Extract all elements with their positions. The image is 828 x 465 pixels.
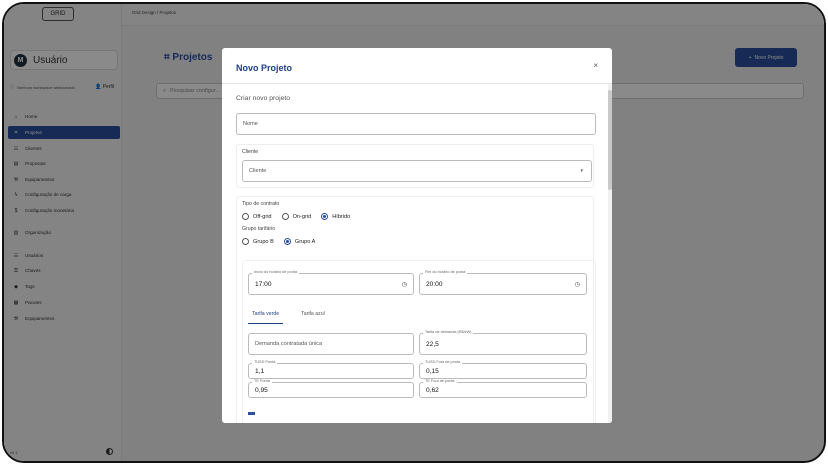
name-placeholder: Nome	[243, 121, 258, 127]
new-project-modal: Novo Projeto × Criar novo projeto Nome C…	[222, 48, 612, 423]
contract-type-label: Tipo de contrato	[242, 201, 280, 207]
te-ponta-field[interactable]: 0,95	[248, 382, 414, 398]
radio-icon[interactable]	[321, 213, 329, 220]
tusd-fora-value: 0,15	[426, 367, 439, 375]
client-select[interactable]: Cliente ▾	[242, 160, 592, 182]
checkbox[interactable]	[248, 412, 255, 415]
modal-scrollbar-thumb[interactable]	[608, 90, 612, 190]
modal-header: Novo Projeto ×	[222, 48, 612, 84]
close-icon[interactable]: ×	[593, 61, 598, 70]
peak-end-label: Fim do horário de ponta	[423, 270, 468, 274]
tab-tarifa-verde[interactable]: Tarifa verde	[248, 311, 284, 324]
peak-start-label: Início do horário de ponta	[252, 270, 300, 274]
tariff-group-group: Grupo B Grupo A	[242, 238, 321, 245]
tusd-fora-field[interactable]: 0,15	[419, 363, 587, 379]
te-fora-label: TE Fora de ponta	[423, 379, 457, 383]
tusd-ponta-field[interactable]: 1,1	[248, 363, 414, 379]
tusd-fora-label: TUSD Fora de ponta	[423, 360, 463, 364]
tariff-group-radio-label: Grupo B	[253, 238, 274, 245]
tariff-group-radio-label: Grupo A	[294, 238, 316, 245]
chevron-down-icon: ▾	[580, 168, 583, 174]
te-ponta-label: TE Ponta	[252, 379, 272, 383]
te-fora-value: 0,62	[426, 386, 439, 394]
tusd-ponta-label: TUSD Ponta	[252, 360, 278, 364]
demand-tariff-label: Tarifa de demanda (R$/kW)	[423, 330, 474, 334]
modal-title: Novo Projeto	[236, 63, 293, 73]
tariff-group-radio-option[interactable]: Grupo A	[283, 238, 316, 245]
te-ponta-value: 0,95	[255, 386, 268, 394]
client-select-value: Cliente	[249, 168, 267, 174]
contract-type-radio-label: Híbrido	[332, 213, 351, 220]
contract-type-radio-label: On-grid	[292, 213, 312, 220]
radio-icon[interactable]	[283, 238, 291, 245]
demand-field[interactable]: Demanda contratada única	[248, 333, 414, 355]
peak-end-field[interactable]: 20:00 ◷	[419, 273, 587, 295]
tab-tarifa-azul[interactable]: Tarifa azul	[297, 311, 329, 324]
tusd-ponta-value: 1,1	[255, 367, 265, 375]
peak-end-value: 20:00	[426, 280, 443, 288]
demand-placeholder: Demanda contratada única	[255, 341, 323, 347]
app-window: GRID M Usuário ⓘ Nenhum workspace seleci…	[2, 2, 826, 463]
contract-type-group: Off-grid On-grid Híbrido	[242, 213, 356, 220]
tariff-group-radio-option[interactable]: Grupo B	[242, 238, 274, 245]
demand-tariff-field[interactable]: 22,5	[419, 333, 587, 355]
contract-type-radio-option[interactable]: On-grid	[281, 213, 312, 220]
clock-icon[interactable]: ◷	[402, 281, 407, 288]
peak-start-field[interactable]: 17:00 ◷	[248, 273, 414, 295]
tariff-group-label: Grupo tarifário	[242, 226, 276, 232]
clock-icon[interactable]: ◷	[575, 281, 580, 288]
name-field[interactable]: Nome	[236, 113, 596, 135]
te-fora-field[interactable]: 0,62	[419, 382, 587, 398]
client-section-label: Cliente	[242, 149, 259, 155]
tariff-tabs: Tarifa verde Tarifa azul	[248, 311, 329, 324]
contract-type-radio-label: Off-grid	[253, 213, 272, 220]
modal-subtitle: Criar novo projeto	[236, 95, 291, 102]
demand-tariff-value: 22,5	[426, 340, 439, 348]
contract-type-radio-option[interactable]: Off-grid	[242, 213, 272, 220]
peak-start-value: 17:00	[255, 280, 272, 288]
contract-type-radio-option[interactable]: Híbrido	[321, 213, 350, 220]
radio-icon[interactable]	[242, 238, 249, 245]
radio-icon[interactable]	[242, 213, 249, 220]
radio-icon[interactable]	[281, 213, 289, 220]
